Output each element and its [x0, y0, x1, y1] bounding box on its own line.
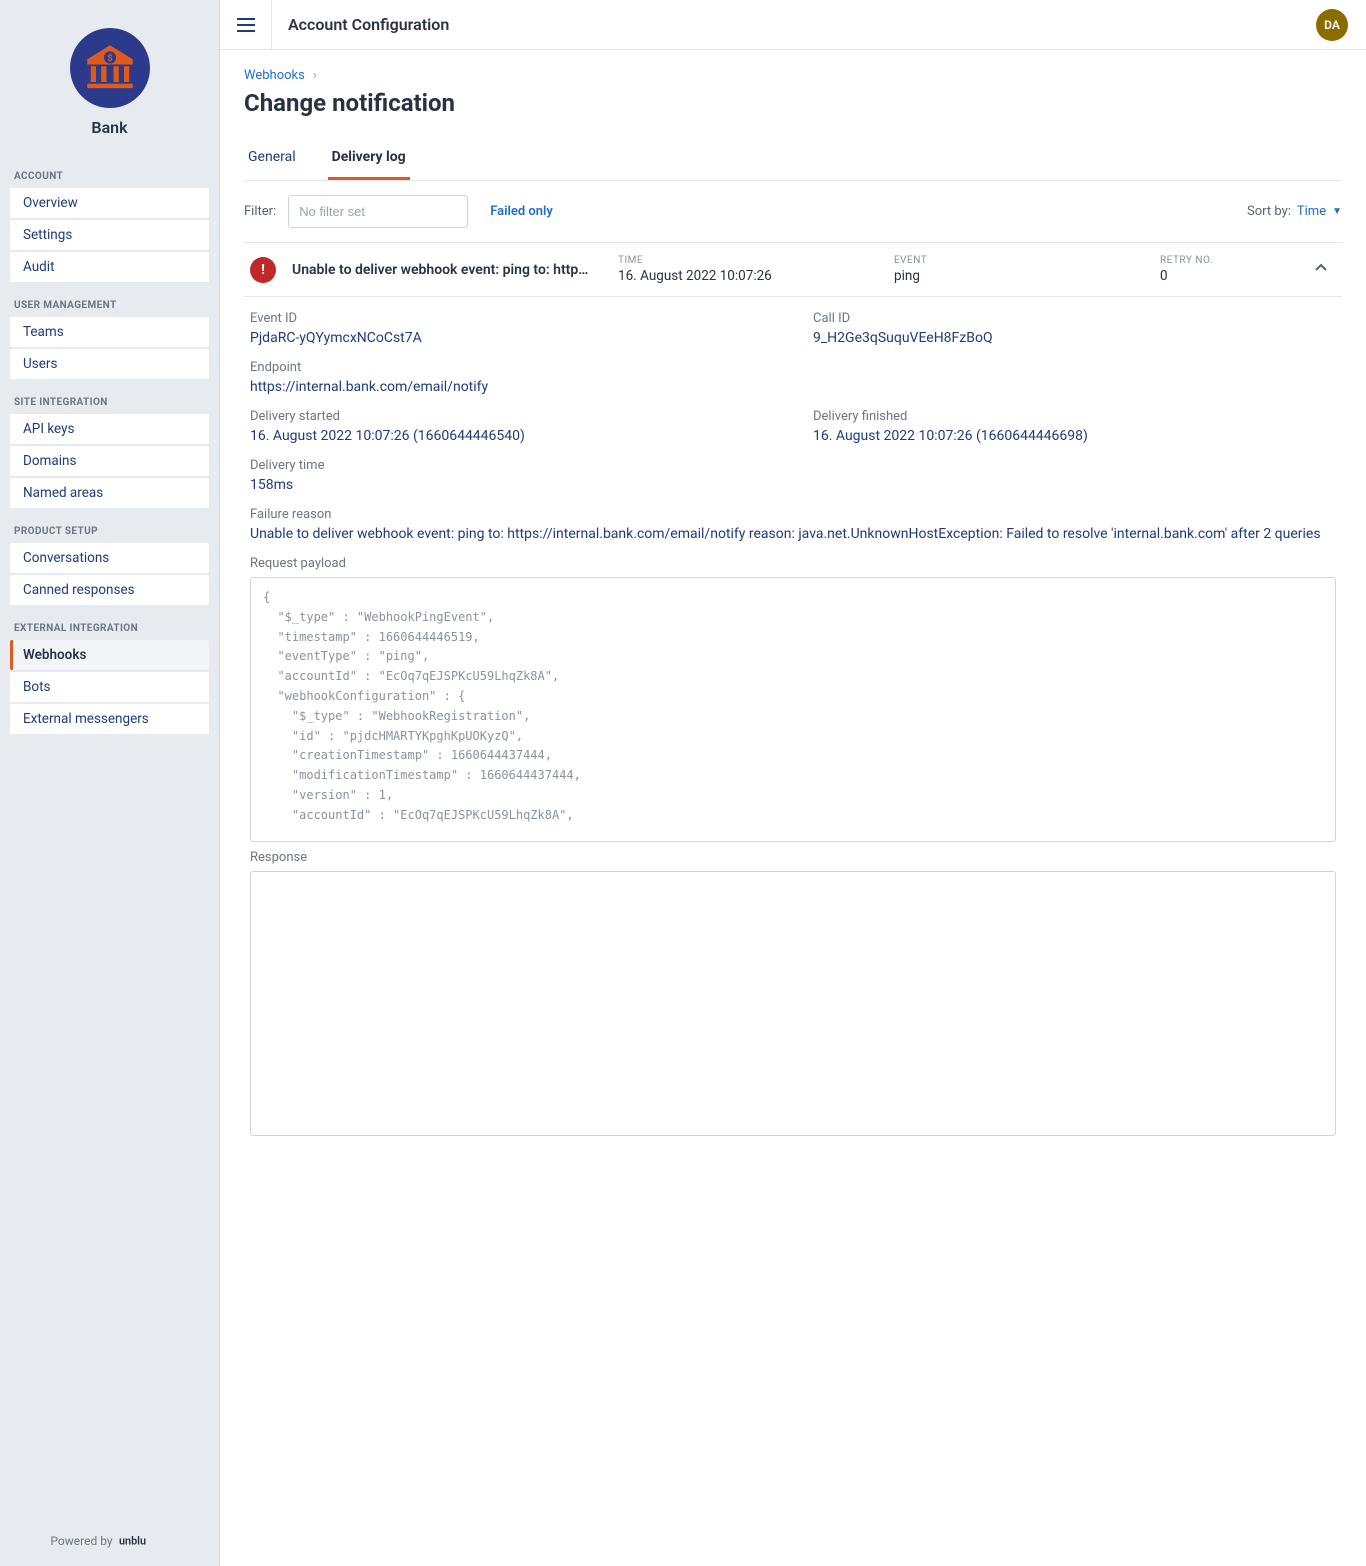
sidebar-footer: Powered by unblu — [0, 1520, 219, 1566]
delivery-time-value: 158ms — [250, 477, 773, 493]
hamburger-icon — [237, 16, 255, 34]
sort-control: Sort by: Time ▼ — [1247, 204, 1342, 219]
breadcrumb-webhooks[interactable]: Webhooks — [244, 68, 305, 83]
sidebar: $ Bank ACCOUNT Overview Settings Audit U… — [0, 0, 220, 1566]
log-message: Unable to deliver webhook event: ping to… — [292, 262, 602, 278]
response-label: Response — [250, 850, 1336, 865]
log-event-label: EVENT — [894, 255, 1144, 266]
endpoint-label: Endpoint — [250, 360, 773, 375]
request-payload-label: Request payload — [250, 556, 1336, 571]
sidebar-item-overview[interactable]: Overview — [10, 188, 209, 218]
filter-label: Filter: — [244, 204, 276, 219]
log-detail: Event ID PjdaRC-yQYymcxNCoCst7A Call ID … — [244, 297, 1342, 1144]
sidebar-item-domains[interactable]: Domains — [10, 446, 209, 476]
nav-section-account: ACCOUNT — [10, 163, 209, 186]
chevron-right-icon: › — [313, 68, 317, 83]
sort-label: Sort by: — [1247, 204, 1291, 219]
svg-text:unblu: unblu — [119, 1534, 146, 1547]
brand-logo: $ — [70, 28, 150, 108]
avatar[interactable]: DA — [1316, 9, 1348, 41]
event-id-label: Event ID — [250, 311, 773, 326]
request-payload-box[interactable]: { "$_type" : "WebhookPingEvent", "timest… — [250, 577, 1336, 842]
sidebar-item-audit[interactable]: Audit — [10, 252, 209, 282]
failed-only-button[interactable]: Failed only — [490, 204, 553, 219]
log-row[interactable]: ! Unable to deliver webhook event: ping … — [244, 243, 1342, 297]
tab-general[interactable]: General — [244, 139, 300, 180]
breadcrumb: Webhooks › — [244, 68, 1342, 83]
nav-section-site-int: SITE INTEGRATION — [10, 389, 209, 412]
error-icon: ! — [250, 257, 276, 283]
tab-delivery-log[interactable]: Delivery log — [328, 139, 410, 180]
sidebar-item-ext-msg[interactable]: External messengers — [10, 704, 209, 734]
event-id-value: PjdaRC-yQYymcxNCoCst7A — [250, 330, 773, 346]
bank-icon: $ — [82, 40, 138, 96]
powered-by-label: Powered by — [50, 1534, 112, 1548]
log-retry-label: RETRY NO. — [1160, 255, 1250, 266]
topbar-title: Account Configuration — [272, 15, 449, 34]
nav-section-ext-int: EXTERNAL INTEGRATION — [10, 615, 209, 638]
call-id-value: 9_H2Ge3qSuquVEeH8FzBoQ — [813, 330, 1336, 346]
filter-row: Filter: Failed only Sort by: Time ▼ — [244, 181, 1342, 243]
sidebar-item-api-keys[interactable]: API keys — [10, 414, 209, 444]
failure-reason-value: Unable to deliver webhook event: ping to… — [250, 526, 1336, 542]
main-content: Account Configuration DA Webhooks › Chan… — [220, 0, 1366, 1566]
sidebar-item-bots[interactable]: Bots — [10, 672, 209, 702]
log-retry-value: 0 — [1160, 268, 1250, 284]
unblu-logo-icon: unblu — [119, 1534, 169, 1548]
response-box[interactable] — [250, 871, 1336, 1136]
sidebar-item-canned[interactable]: Canned responses — [10, 575, 209, 605]
brand-block: $ Bank — [0, 0, 219, 157]
log-event-value: ping — [894, 268, 1144, 284]
call-id-label: Call ID — [813, 311, 1336, 326]
topbar: Account Configuration DA — [220, 0, 1366, 50]
log-time-label: TIME — [618, 255, 878, 266]
brand-name: Bank — [91, 118, 127, 137]
sidebar-item-teams[interactable]: Teams — [10, 317, 209, 347]
nav-section-product: PRODUCT SETUP — [10, 518, 209, 541]
menu-toggle-button[interactable] — [220, 0, 272, 49]
finished-value: 16. August 2022 10:07:26 (1660644446698) — [813, 428, 1336, 444]
caret-down-icon[interactable]: ▼ — [1332, 206, 1342, 217]
collapse-button[interactable] — [1314, 261, 1328, 279]
sort-value[interactable]: Time — [1297, 204, 1326, 219]
sidebar-item-named-areas[interactable]: Named areas — [10, 478, 209, 508]
sidebar-item-users[interactable]: Users — [10, 349, 209, 379]
log-time-value: 16. August 2022 10:07:26 — [618, 268, 878, 284]
tabs: General Delivery log — [244, 139, 1342, 181]
chevron-up-icon — [1314, 261, 1328, 275]
page-title: Change notification — [244, 89, 1342, 117]
sidebar-item-conversations[interactable]: Conversations — [10, 543, 209, 573]
started-value: 16. August 2022 10:07:26 (1660644446540) — [250, 428, 773, 444]
endpoint-value: https://internal.bank.com/email/notify — [250, 379, 773, 395]
finished-label: Delivery finished — [813, 409, 1336, 424]
filter-input[interactable] — [288, 195, 468, 228]
sidebar-item-settings[interactable]: Settings — [10, 220, 209, 250]
failure-reason-label: Failure reason — [250, 507, 1336, 522]
nav-section-user-mgmt: USER MANAGEMENT — [10, 292, 209, 315]
sidebar-item-webhooks[interactable]: Webhooks — [10, 640, 209, 670]
started-label: Delivery started — [250, 409, 773, 424]
svg-text:$: $ — [107, 53, 112, 64]
delivery-time-label: Delivery time — [250, 458, 773, 473]
